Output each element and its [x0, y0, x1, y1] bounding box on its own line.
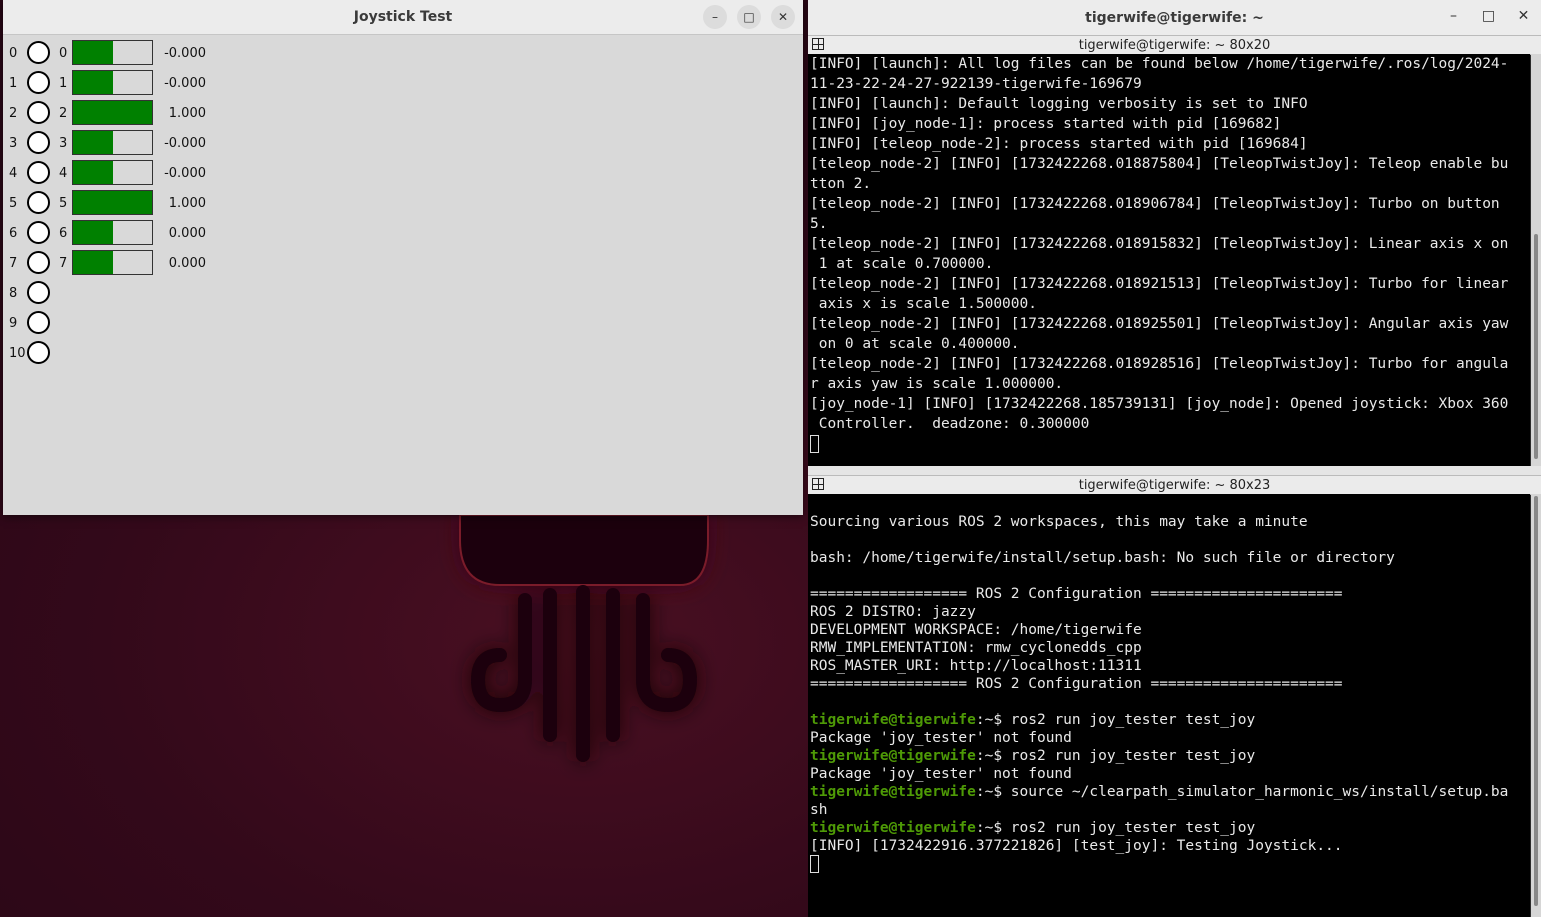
button-index: 0	[9, 46, 18, 61]
button-indicator	[27, 251, 50, 274]
axis-bar-fill	[73, 101, 152, 124]
button-indicator	[27, 281, 50, 304]
button-index: 4	[9, 166, 18, 181]
terminal-pane-2[interactable]: Sourcing various ROS 2 workspaces, this …	[808, 494, 1530, 917]
button-indicator	[27, 131, 50, 154]
axis-bar-fill	[73, 191, 152, 214]
axis-bar	[72, 130, 153, 155]
joystick-row: 2 2 1.000	[3, 98, 803, 128]
button-index: 3	[9, 136, 18, 151]
button-index: 5	[9, 196, 18, 211]
button-index: 9	[9, 316, 18, 331]
axis-bar-fill	[73, 71, 113, 94]
maximize-button[interactable]: □	[737, 5, 761, 29]
axis-value: -0.000	[164, 136, 206, 151]
terminal-close-button[interactable]: ✕	[1516, 8, 1531, 24]
close-button[interactable]: ✕	[771, 5, 795, 29]
axis-value: -0.000	[164, 76, 206, 91]
axis-bar	[72, 40, 153, 65]
joystick-row: 3 3 -0.000	[3, 128, 803, 158]
pane1-title: tigerwife@tigerwife: ~ 80x20	[1078, 37, 1271, 53]
pane2-scrollbar[interactable]	[1531, 494, 1541, 917]
axis-index: 5	[59, 196, 68, 211]
window-titlebar[interactable]: Joystick Test – □ ✕	[3, 0, 803, 35]
joystick-row: 8	[3, 278, 803, 308]
split-pane-icon[interactable]	[812, 478, 824, 490]
button-index: 8	[9, 286, 18, 301]
axis-bar	[72, 250, 153, 275]
button-index: 7	[9, 256, 18, 271]
button-indicator	[27, 41, 50, 64]
axis-bar	[72, 160, 153, 185]
axis-value: 0.000	[168, 256, 206, 271]
button-indicator	[27, 311, 50, 334]
pane-divider[interactable]	[808, 466, 1541, 475]
prompt-user: tigerwife@tigerwife	[810, 748, 976, 764]
terminal-titlebar[interactable]: tigerwife@tigerwife: ~ – □ ✕	[808, 0, 1541, 35]
axis-bar	[72, 70, 153, 95]
axis-value: 0.000	[168, 226, 206, 241]
axis-index: 2	[59, 106, 68, 121]
terminal-maximize-button[interactable]: □	[1481, 8, 1496, 24]
terminal-pane-1[interactable]: [INFO] [launch]: All log files can be fo…	[808, 54, 1530, 466]
joystick-row: 0 0 -0.000	[3, 38, 803, 68]
button-index: 10	[9, 346, 26, 361]
button-indicator	[27, 161, 50, 184]
button-index: 1	[9, 76, 18, 91]
axis-bar-fill	[73, 221, 113, 244]
axis-bar	[72, 220, 153, 245]
joystick-row: 10	[3, 338, 803, 368]
pane1-scrollbar[interactable]	[1531, 54, 1541, 466]
terminal-cursor	[810, 435, 819, 453]
prompt-user: tigerwife@tigerwife	[810, 784, 976, 800]
joystick-row: 9	[3, 308, 803, 338]
axis-bar	[72, 100, 153, 125]
axis-bar	[72, 190, 153, 215]
pane2-title: tigerwife@tigerwife: ~ 80x23	[1078, 477, 1271, 493]
button-index: 6	[9, 226, 18, 241]
joystick-row: 6 6 0.000	[3, 218, 803, 248]
prompt-user: tigerwife@tigerwife	[810, 820, 976, 836]
button-indicator	[27, 101, 50, 124]
button-indicator	[27, 191, 50, 214]
joystick-row: 4 4 -0.000	[3, 158, 803, 188]
axis-bar-fill	[73, 131, 113, 154]
joystick-row: 7 7 0.000	[3, 248, 803, 278]
axis-value: -0.000	[164, 166, 206, 181]
axis-bar-fill	[73, 251, 113, 274]
axis-value: 1.000	[168, 106, 206, 121]
button-indicator	[27, 221, 50, 244]
axis-index: 7	[59, 256, 68, 271]
terminal-title: tigerwife@tigerwife: ~	[1085, 9, 1264, 26]
ubuntu-jellyfish-wallpaper	[459, 514, 709, 762]
axis-value: 1.000	[168, 196, 206, 211]
axis-index: 3	[59, 136, 68, 151]
joystick-readout: 0 0 -0.000 1 1 -0.000 2 2 1.000 3 3 -0.000 4 4 -0.000 5…	[3, 35, 803, 368]
split-pane-icon[interactable]	[812, 38, 824, 50]
button-index: 2	[9, 106, 18, 121]
axis-index: 6	[59, 226, 68, 241]
window-title: Joystick Test	[353, 9, 453, 25]
axis-value: -0.000	[164, 46, 206, 61]
axis-index: 4	[59, 166, 68, 181]
terminal-minimize-button[interactable]: –	[1446, 8, 1461, 24]
minimize-button[interactable]: –	[703, 5, 727, 29]
terminal-window: tigerwife@tigerwife: ~ – □ ✕ tigerwife@t…	[808, 0, 1541, 917]
axis-bar-fill	[73, 161, 113, 184]
terminal-cursor	[810, 855, 819, 873]
button-indicator	[27, 341, 50, 364]
axis-index: 0	[59, 46, 68, 61]
joystick-test-window: Joystick Test – □ ✕ 0 0 -0.000 1 1 -0.000 2 2 1.…	[3, 0, 803, 515]
pane2-header: tigerwife@tigerwife: ~ 80x23	[808, 475, 1541, 495]
joystick-row: 1 1 -0.000	[3, 68, 803, 98]
joystick-row: 5 5 1.000	[3, 188, 803, 218]
button-indicator	[27, 71, 50, 94]
axis-index: 1	[59, 76, 68, 91]
axis-bar-fill	[73, 41, 113, 64]
prompt-user: tigerwife@tigerwife	[810, 712, 976, 728]
pane1-header: tigerwife@tigerwife: ~ 80x20	[808, 35, 1541, 55]
